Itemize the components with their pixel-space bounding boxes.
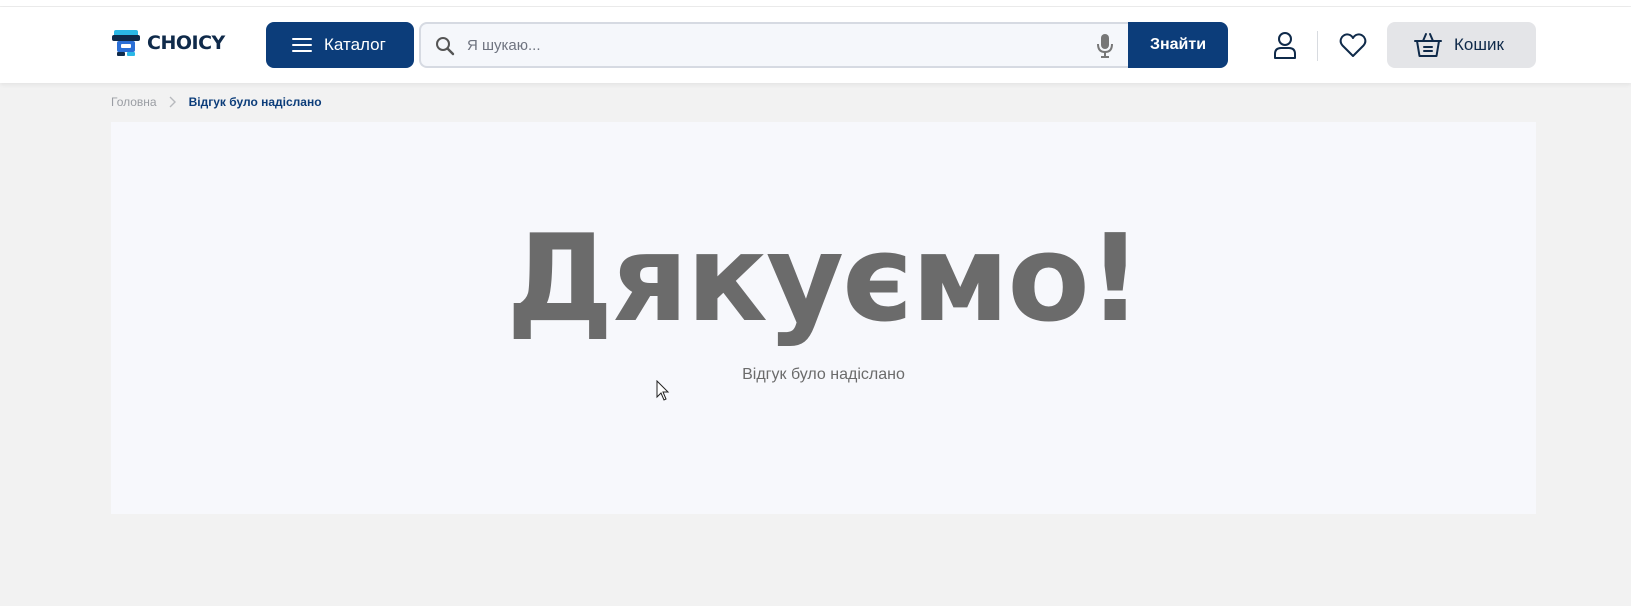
chevron-right-icon	[169, 96, 176, 108]
breadcrumb: Головна Відгук було надіслано	[111, 95, 322, 109]
search-input[interactable]	[467, 24, 1067, 66]
menu-icon	[292, 38, 312, 52]
catalog-button[interactable]: Каталог	[266, 22, 414, 68]
top-strip	[0, 0, 1631, 7]
cart-label: Кошик	[1454, 35, 1504, 54]
breadcrumb-home[interactable]: Головна	[111, 95, 157, 109]
microphone-icon[interactable]	[1096, 33, 1114, 59]
site-header: CHOICY Каталог Знайти	[0, 7, 1631, 83]
logo-text: CHOICY	[147, 32, 225, 54]
basket-icon	[1414, 33, 1442, 57]
logo[interactable]: CHOICY	[111, 26, 225, 60]
header-divider	[1317, 31, 1318, 61]
catalog-label: Каталог	[324, 35, 386, 54]
thank-you-subtitle: Відгук було надіслано	[742, 366, 905, 383]
breadcrumb-current: Відгук було надіслано	[188, 95, 322, 109]
logo-icon	[112, 30, 140, 56]
thank-you-panel: Дякуємо! Відгук було надіслано	[111, 122, 1536, 514]
mouse-cursor-icon	[656, 380, 670, 401]
search-box	[419, 22, 1128, 68]
user-icon[interactable]	[1273, 31, 1297, 59]
search-icon	[436, 37, 455, 56]
cart-button[interactable]: Кошик	[1387, 22, 1536, 68]
heart-icon[interactable]	[1339, 32, 1367, 58]
thank-you-title: Дякуємо!	[506, 210, 1143, 349]
search-button[interactable]: Знайти	[1128, 22, 1228, 68]
